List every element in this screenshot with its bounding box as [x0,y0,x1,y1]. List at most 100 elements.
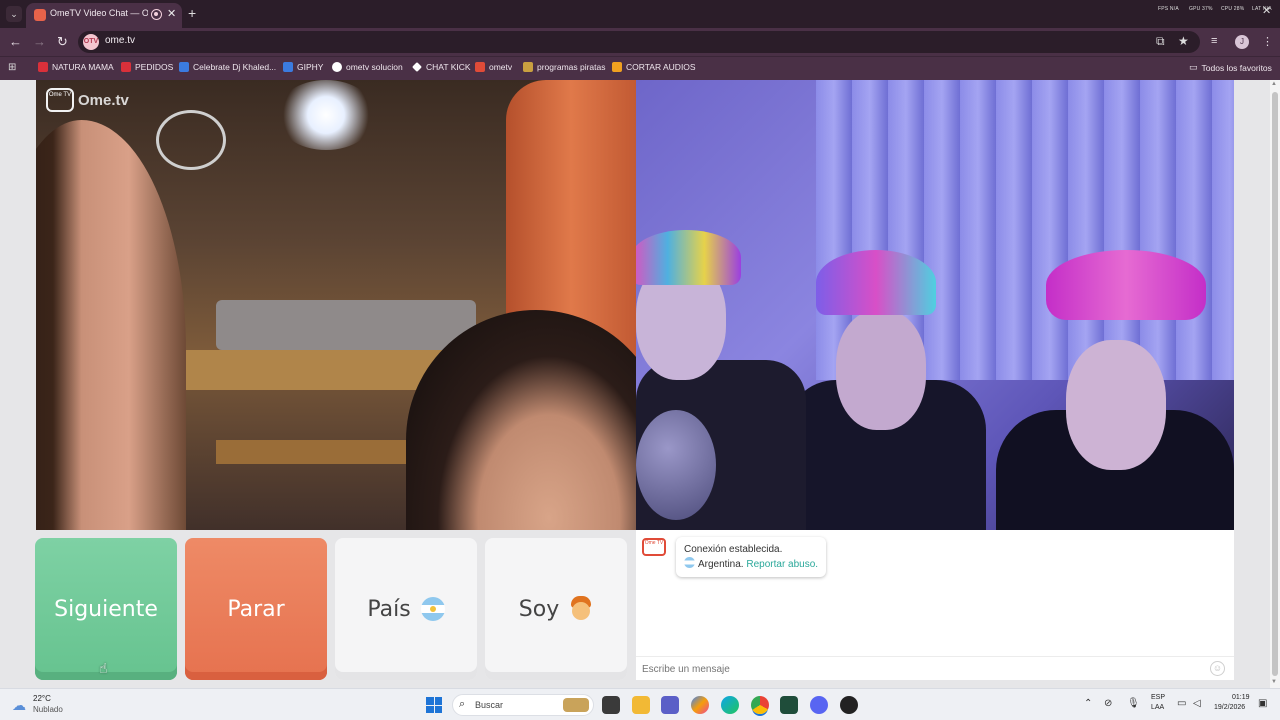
message-input[interactable] [642,660,1202,678]
bookmark-icon [523,62,533,72]
scroll-up-icon[interactable]: ▲ [1271,81,1277,87]
bookmark-item[interactable]: CORTAR AUDIOS [612,62,696,72]
forward-arrow-icon[interactable]: → [33,34,46,49]
apps-grid-icon[interactable]: ⊞ [8,62,16,73]
next-button[interactable]: Siguiente [35,538,177,680]
partner-country-line: Argentina. Reportar abuso. [684,557,818,572]
tab-strip: ⌄ OmeTV Video Chat — Ome ✕ + FPS N/A GPU… [0,0,1280,28]
scroll-thumb[interactable] [1272,92,1278,676]
weather-temp[interactable]: 22°C [33,694,51,703]
bookmark-icon [38,62,48,72]
person-middle-head [836,310,926,430]
recording-icon [151,9,162,20]
bookmark-icon [179,62,189,72]
cloud-icon[interactable]: ☁ [12,697,26,714]
url-text[interactable]: ome.tv [105,35,135,46]
person-right-head [1066,340,1166,470]
stop-label: Parar [227,596,285,622]
file-explorer-icon[interactable] [632,696,650,714]
stop-button[interactable]: Parar [185,538,327,680]
new-tab-button[interactable]: + [188,5,196,21]
reload-icon[interactable]: ↻ [57,34,68,50]
page-scrollbar[interactable]: ▲ ▼ [1270,80,1280,688]
ometv-logo-text: Ome.tv [78,91,129,109]
bookmark-item[interactable]: PEDIDOS [121,62,173,72]
bookmark-icon [332,62,342,72]
ometv-logo-icon: Ome TV [46,88,74,112]
back-arrow-icon[interactable]: ← [9,34,22,49]
teams-icon[interactable] [661,696,679,714]
bookmark-item[interactable]: GIPHY [283,62,323,72]
edge-icon[interactable] [721,696,739,714]
close-tab-icon[interactable]: ✕ [167,7,176,20]
task-view-icon[interactable] [602,696,620,714]
bookmark-item[interactable]: CHAT KICK [412,62,471,72]
party-hat [1046,250,1206,320]
windows-taskbar: ☁ 22°C Nublado ⌕ Buscar ⌃ ⊘ 🎙 ESP LAA ▭ … [0,688,1280,720]
notification-icon[interactable]: ▣ [1258,698,1267,709]
wall-fan [156,110,226,170]
bookmark-item[interactable]: Celebrate Dj Khaled... [179,62,276,72]
language-bottom[interactable]: LAA [1151,704,1164,711]
discord-icon[interactable] [810,696,828,714]
tray-chevron-icon[interactable]: ⌃ [1084,698,1092,709]
language-top[interactable]: ESP [1151,694,1165,701]
mouse-cursor-icon: ☝ [99,660,108,676]
volume-icon[interactable]: ◁ [1193,698,1201,709]
bookmark-star-icon[interactable]: ★ [1178,34,1189,48]
install-app-icon[interactable]: ⧉ [1156,34,1165,49]
clock-date[interactable]: 19/2/2026 [1214,704,1245,711]
bookmark-item[interactable]: NATURA MAMA [38,62,114,72]
media-controls-icon[interactable]: ≡ [1211,35,1217,47]
report-abuse-link[interactable]: Reportar abuso. [746,559,818,570]
copilot-icon[interactable] [691,696,709,714]
balloon [636,410,716,520]
argentina-flag-icon [684,557,695,568]
profile-avatar[interactable]: J [1235,35,1249,49]
app-icon[interactable] [780,696,798,714]
weather-condition[interactable]: Nublado [33,705,63,714]
address-bar[interactable]: OTV ome.tv ⧉ ★ [78,31,1200,53]
bookmark-label: CORTAR AUDIOS [626,62,696,72]
bookmark-icon [283,62,293,72]
bookmark-label: GIPHY [297,62,324,72]
browser-tab[interactable]: OmeTV Video Chat — Ome ✕ [26,3,182,28]
bookmark-item[interactable]: ometv [475,62,512,72]
all-bookmarks-folder[interactable]: ▭ Todos los favoritos [1189,62,1272,73]
network-icon[interactable]: ▭ [1177,698,1186,709]
fps-stat: FPS N/A [1158,6,1179,12]
no-network-icon[interactable]: ⊘ [1104,698,1112,709]
ceiling-light [276,80,376,150]
bookmark-item[interactable]: programas piratas [523,62,606,72]
bookmark-icon [612,62,622,72]
search-label: Buscar [475,700,504,710]
bookmark-label: CHAT KICK [426,62,471,72]
folder-icon: ▭ [1189,62,1198,72]
scroll-down-icon[interactable]: ▼ [1271,679,1277,685]
gender-label: Soy [518,596,560,622]
cpu-stat: CPU 28% [1221,6,1245,12]
site-info-icon[interactable]: OTV [83,34,99,50]
chat-input-bar: ☺ [636,656,1234,680]
chrome-icon[interactable] [751,696,769,714]
microphone-icon[interactable]: 🎙 [1127,698,1140,709]
tab-search-icon[interactable]: ⌄ [6,6,22,22]
menu-kebab-icon[interactable]: ⋮ [1262,35,1273,48]
taskbar-search[interactable]: ⌕ Buscar [452,694,594,716]
bookmark-icon [475,62,485,72]
boy-emoji-icon [569,596,593,622]
system-message: Conexión establecida. Argentina. Reporta… [676,537,827,577]
person-left [36,120,186,530]
emoji-icon[interactable]: ☺ [1210,661,1225,676]
ometv-page: Ome TV Ome.tv Siguiente Parar País Soy ☝… [0,80,1270,688]
windows-start-icon[interactable] [426,697,442,713]
bookmark-item[interactable]: ometv solucion [332,62,403,72]
close-window-icon[interactable]: ✕ [1262,4,1271,17]
country-button[interactable]: País [335,538,477,680]
clock-time[interactable]: 01:19 [1232,694,1250,701]
app-recording-icon[interactable] [840,696,858,714]
bookmark-label: PEDIDOS [135,62,174,72]
gpu-stat: GPU 37% [1189,6,1213,12]
search-highlight-icon [563,698,589,712]
gender-button[interactable]: Soy [485,538,627,680]
